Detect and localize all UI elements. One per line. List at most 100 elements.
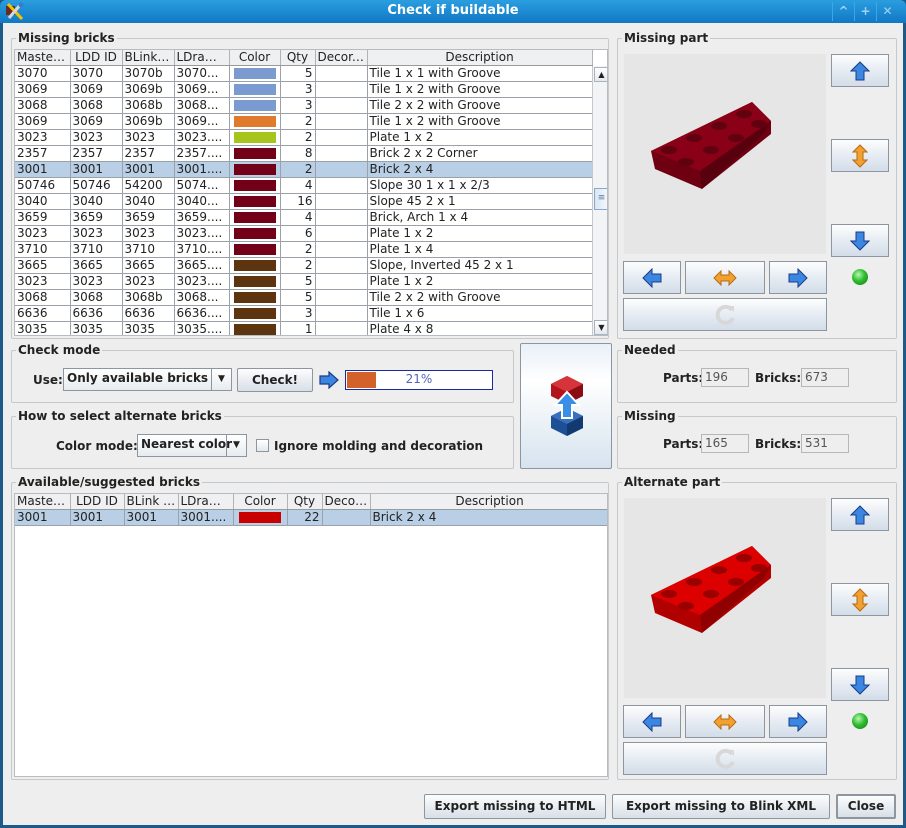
column-header[interactable]: Color: [233, 494, 288, 510]
table-row[interactable]: 3023 3023 3023 3023.... 6 Plate 1 x 2: [15, 225, 593, 242]
blink-id-cell: 6636: [122, 305, 175, 322]
column-header[interactable]: Decor. ID: [322, 494, 371, 510]
description-cell: Plate 1 x 2: [367, 225, 593, 242]
alt-reset-view-button[interactable]: [623, 742, 827, 775]
table-row[interactable]: 3023 3023 3023 3023.... 2 Plate 1 x 2: [15, 129, 593, 146]
export-html-button[interactable]: Export missing to HTML: [424, 794, 606, 819]
alt-flip-vertical-button[interactable]: [831, 583, 889, 616]
table-row[interactable]: 3710 3710 3710 3710.... 2 Plate 1 x 4: [15, 241, 593, 258]
table-row[interactable]: 6636 6636 6636 6636.... 3 Tile 1 x 6: [15, 305, 593, 322]
qty-cell: 4: [280, 209, 316, 226]
ldraw-id-cell: 3068...: [174, 289, 230, 306]
alternate-part-3d-view[interactable]: [624, 498, 826, 698]
scroll-thumb[interactable]: ≡: [594, 188, 607, 210]
table-row[interactable]: 3068 3068 3068b 3068... 3 Tile 2 x 2 with Gro…: [15, 97, 593, 114]
column-header[interactable]: Master...: [15, 494, 71, 510]
missing-bricks-table[interactable]: Master... LDD ID BLink ID LDraw ID Color Qty D…: [14, 49, 608, 336]
column-header[interactable]: LDD ID: [70, 494, 125, 510]
ldd-id-cell: 3069: [70, 81, 123, 98]
check-progress-bar: 21%: [345, 370, 493, 390]
column-header[interactable]: LDD ID: [70, 50, 123, 66]
qty-cell: 1: [280, 321, 316, 335]
color-cell: [229, 65, 281, 82]
column-header[interactable]: Color: [229, 50, 281, 66]
available-bricks-table[interactable]: Master... LDD ID BLink ID LDraw ID Color Qty D…: [14, 493, 608, 777]
column-header[interactable]: LDraw ID: [178, 494, 234, 510]
scroll-down-arrow[interactable]: ▼: [594, 320, 607, 335]
color-cell: [229, 225, 281, 242]
status-led-green: [852, 269, 868, 285]
table-row[interactable]: 3040 3040 3040 3040... 16 Slope 45 2 x 1: [15, 193, 593, 210]
check-button[interactable]: Check!: [237, 368, 313, 392]
table-row[interactable]: 3001 3001 3001 3001.... 22 Brick 2 x 4: [15, 509, 607, 526]
table-row[interactable]: 3023 3023 3023 3023.... 5 Plate 1 x 2: [15, 273, 593, 290]
column-header[interactable]: Description: [367, 50, 593, 66]
alt-rotate-left-button[interactable]: [623, 705, 681, 738]
alt-rotate-down-button[interactable]: [831, 668, 889, 701]
rotate-down-button[interactable]: [831, 224, 889, 257]
reload-icon: [715, 304, 735, 325]
color-swatch: [233, 243, 276, 255]
column-header[interactable]: LDraw ID: [174, 50, 230, 66]
use-mode-select[interactable]: Only available bricks ▼: [63, 368, 232, 391]
maximize-button[interactable]: +: [854, 2, 876, 21]
ldraw-id-cell: 3001....: [178, 509, 234, 526]
column-header[interactable]: BLink ID: [124, 494, 179, 510]
minimize-button[interactable]: ^: [832, 2, 854, 21]
ldd-id-cell: 3069: [70, 113, 123, 130]
table-row[interactable]: 3069 3069 3069b 3069... 2 Tile 1 x 2 with Gro…: [15, 113, 593, 130]
color-cell: [229, 193, 281, 210]
column-header[interactable]: Qty: [280, 50, 316, 66]
rotate-up-button[interactable]: [831, 54, 889, 87]
color-swatch: [233, 163, 276, 175]
missing-part-3d-view[interactable]: [624, 54, 826, 254]
ldraw-id-cell: 3023....: [174, 129, 230, 146]
table-row[interactable]: 2357 2357 2357 2357.... 8 Brick 2 x 2 Corner: [15, 145, 593, 162]
column-header[interactable]: Master...: [15, 50, 71, 66]
ignore-molding-label[interactable]: Ignore molding and decoration: [274, 439, 483, 453]
ldraw-id-cell: 5074...: [174, 177, 230, 194]
color-mode-select[interactable]: Nearest color ▼: [137, 434, 247, 457]
alt-rotate-up-button[interactable]: [831, 498, 889, 531]
alt-rotate-right-button[interactable]: [769, 705, 827, 738]
ignore-molding-checkbox[interactable]: [256, 439, 269, 452]
column-header[interactable]: Qty: [287, 494, 323, 510]
rotate-right-button[interactable]: [769, 261, 827, 294]
blink-id-cell: 3068b: [122, 289, 175, 306]
blink-id-cell: 3070b: [122, 65, 175, 82]
color-cell: [229, 305, 281, 322]
export-blink-xml-button[interactable]: Export missing to Blink XML: [612, 794, 830, 819]
blink-id-cell: 3659: [122, 209, 175, 226]
missing-bricks-scrollbar[interactable]: ▲ ≡ ▼: [592, 66, 607, 335]
rotate-left-button[interactable]: [623, 261, 681, 294]
table-row[interactable]: 3068 3068 3068b 3068... 5 Tile 2 x 2 with Gro…: [15, 289, 593, 306]
column-header[interactable]: Decor....: [315, 50, 368, 66]
scroll-up-arrow[interactable]: ▲: [594, 67, 607, 82]
ldd-id-cell: 50746: [70, 177, 123, 194]
brick-stud: [736, 554, 752, 562]
alt-flip-horizontal-button[interactable]: [685, 705, 765, 738]
swap-brick-button[interactable]: [520, 343, 612, 469]
close-window-button[interactable]: ✕: [876, 2, 898, 21]
column-header[interactable]: Description: [370, 494, 607, 510]
ldd-id-cell: 3659: [70, 209, 123, 226]
decor-id-cell: [322, 509, 371, 526]
column-header[interactable]: BLink ID: [122, 50, 175, 66]
table-row[interactable]: 3659 3659 3659 3659.... 4 Brick, Arch 1 x 4: [15, 209, 593, 226]
ldraw-id-cell: 2357....: [174, 145, 230, 162]
table-row[interactable]: 50746 50746 54200 5074... 4 Slope 30 1 x 1 x …: [15, 177, 593, 194]
table-row[interactable]: 3665 3665 3665 3665.... 2 Slope, Inverted 45 …: [15, 257, 593, 274]
ldraw-id-cell: 3070...: [174, 65, 230, 82]
table-row[interactable]: 3069 3069 3069b 3069... 3 Tile 1 x 2 with Gro…: [15, 81, 593, 98]
table-row[interactable]: 3001 3001 3001 3001.... 2 Brick 2 x 4: [15, 161, 593, 178]
color-swatch: [233, 291, 276, 303]
alternate-part-title: Alternate part: [624, 475, 721, 489]
table-row[interactable]: 3035 3035 3035 3035.... 1 Plate 4 x 8: [15, 321, 593, 335]
flip-vertical-button[interactable]: [831, 139, 889, 172]
table-row[interactable]: 3070 3070 3070b 3070... 5 Tile 1 x 1 with Gro…: [15, 65, 593, 82]
reset-view-button[interactable]: [623, 298, 827, 331]
close-button[interactable]: Close: [836, 794, 896, 819]
ldd-id-cell: 6636: [70, 305, 123, 322]
color-cell: [229, 273, 281, 290]
flip-horizontal-button[interactable]: [685, 261, 765, 294]
